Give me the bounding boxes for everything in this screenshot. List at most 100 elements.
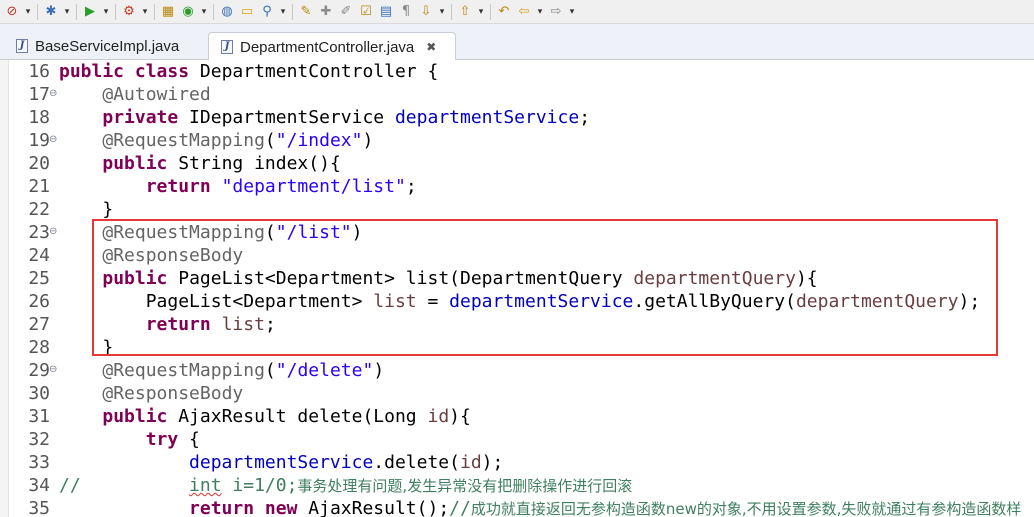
code-line[interactable]: @ResponseBody <box>59 244 243 267</box>
code-editor[interactable]: 16 17 ⊖ 18 19 ⊖ 20 21 22 23 ⊖ 24 25 26 27 28 29 ⊖ 30 31 32 33… <box>0 60 1034 517</box>
run-icon[interactable]: ▶ <box>81 3 99 21</box>
fold-toggle-icon[interactable]: ⊖ <box>49 359 59 382</box>
code-line[interactable]: // int i=1/0;事务处理有问题,发生异常没有把删除操作进行回滚 <box>59 474 632 497</box>
code-line[interactable]: return "department/list"; <box>59 175 417 198</box>
task-icon[interactable]: ☑ <box>357 3 375 21</box>
code-token: "/index" <box>275 130 363 151</box>
dropdown-arrow-icon[interactable]: ▾ <box>23 3 33 21</box>
code-token: class <box>134 61 190 82</box>
code-line[interactable]: } <box>59 336 113 359</box>
line-number: 27 <box>28 314 50 335</box>
skip-breakpoints-icon[interactable]: ⊘ <box>3 3 21 21</box>
back-icon[interactable]: ⇦ <box>515 3 533 21</box>
toolbar-separator <box>490 3 491 20</box>
code-token: int i=1/0; <box>189 475 297 496</box>
line-number: 20 <box>28 153 50 174</box>
code-line[interactable]: try { <box>59 428 200 451</box>
brush-icon[interactable]: ✐ <box>337 3 355 21</box>
code-token: list <box>221 314 265 335</box>
fold-toggle-icon[interactable]: ⊖ <box>49 129 59 152</box>
line-number-gutter: 16 17 ⊖ 18 19 ⊖ 20 21 22 23 ⊖ 24 25 26 27 28 29 ⊖ 30 31 32 33… <box>8 60 58 517</box>
main-toolbar: ⊘ ▾ ✱ ▾ ▶ ▾ ⚙ ▾ ▦ ◉ ▾ ◍ ▭ ⚲ ▾ ✎ ✚ ✐ ☑ ▤ ¶ ⇩ ▾ ⇧ ▾ ↶ ⇦ ▾ ⇨ ▾ <box>0 0 1034 24</box>
dropdown-arrow-icon[interactable]: ▾ <box>535 3 545 21</box>
line-number: 31 <box>28 406 50 427</box>
code-line[interactable]: @RequestMapping("/index") <box>59 129 373 152</box>
prev-annotation-icon[interactable]: ⇧ <box>456 3 474 21</box>
line-number: 23 <box>28 222 50 243</box>
new-class-icon[interactable]: ◉ <box>179 3 197 21</box>
tab-label: BaseServiceImpl.java <box>35 37 180 55</box>
dropdown-arrow-icon[interactable]: ▾ <box>62 3 72 21</box>
code-line[interactable]: @RequestMapping("/delete") <box>59 359 384 382</box>
dropdown-arrow-icon[interactable]: ▾ <box>140 3 150 21</box>
forward-icon[interactable]: ⇨ <box>547 3 565 21</box>
code-token: @ResponseBody <box>102 245 244 266</box>
line-number: 18 <box>28 107 50 128</box>
code-line[interactable]: return list; <box>59 313 276 336</box>
code-token: public <box>102 153 168 174</box>
code-line[interactable]: PageList<Department> list = departmentSe… <box>59 290 981 313</box>
code-token: AjaxResult(); <box>297 498 450 517</box>
tab-base-service-impl[interactable]: J BaseServiceImpl.java <box>4 32 204 60</box>
code-token: new <box>264 498 298 517</box>
code-line[interactable]: } <box>59 198 113 221</box>
dropdown-arrow-icon[interactable]: ▾ <box>199 3 209 21</box>
code-line[interactable]: public class DepartmentController { <box>59 60 438 83</box>
new-package-icon[interactable]: ▦ <box>159 3 177 21</box>
dropdown-arrow-icon[interactable]: ▾ <box>437 3 447 21</box>
code-token: departmentQuery <box>795 291 959 312</box>
code-line[interactable]: public PageList<Department> list(Departm… <box>59 267 817 290</box>
dropdown-arrow-icon[interactable]: ▾ <box>476 3 486 21</box>
code-token: // <box>449 498 471 517</box>
tab-department-controller[interactable]: J DepartmentController.java ✖ <box>208 32 456 61</box>
document-icon[interactable]: ▤ <box>377 3 395 21</box>
open-folder-icon[interactable]: ▭ <box>238 3 256 21</box>
code-token: DepartmentController { <box>189 61 439 82</box>
last-edit-icon[interactable]: ↶ <box>495 3 513 21</box>
code-token: return <box>189 498 255 517</box>
code-token: return <box>145 176 211 197</box>
code-token: departmentService <box>189 452 374 473</box>
code-token: .delete( <box>373 452 460 473</box>
code-line[interactable]: return new AjaxResult();//成功就直接返回无参构造函数n… <box>59 497 1021 517</box>
paragraph-icon[interactable]: ¶ <box>397 3 415 21</box>
open-type-icon[interactable]: ◍ <box>218 3 236 21</box>
code-token: list <box>373 291 417 312</box>
code-token: ) <box>362 130 374 151</box>
pin-icon[interactable]: ✚ <box>317 3 335 21</box>
code-token: 事务处理有问题,发生异常没有把删除操作进行回滚 <box>297 477 633 495</box>
code-line[interactable]: departmentService.delete(id); <box>59 451 503 474</box>
code-line[interactable]: public AjaxResult delete(Long id){ <box>59 405 471 428</box>
code-token: "department/list" <box>221 176 406 197</box>
code-token: 成功就直接返回无参构造函数new的对象,不用设置参数,失败就通过有参构造函数样 <box>470 500 1022 517</box>
toggle-mark-icon[interactable]: ✎ <box>297 3 315 21</box>
code-line[interactable]: @ResponseBody <box>59 382 243 405</box>
error-squiggle: int <box>189 475 222 496</box>
code-line[interactable]: @Autowired <box>59 83 210 106</box>
line-number: 21 <box>28 176 50 197</box>
external-tools-icon[interactable]: ⚙ <box>120 3 138 21</box>
line-number: 22 <box>28 199 50 220</box>
search-icon[interactable]: ⚲ <box>258 3 276 21</box>
code-line[interactable]: public String index(){ <box>59 152 340 175</box>
fold-toggle-icon[interactable]: ⊖ <box>49 83 59 106</box>
code-token: id <box>459 452 482 473</box>
fold-toggle-icon[interactable]: ⊖ <box>49 221 59 244</box>
code-line[interactable]: @RequestMapping("/list") <box>59 221 362 244</box>
debug-icon[interactable]: ✱ <box>42 3 60 21</box>
code-line[interactable]: private IDepartmentService departmentSer… <box>59 106 590 129</box>
next-annotation-icon[interactable]: ⇩ <box>417 3 435 21</box>
dropdown-arrow-icon[interactable]: ▾ <box>278 3 288 21</box>
code-token: public <box>102 406 168 427</box>
dropdown-arrow-icon[interactable]: ▾ <box>101 3 111 21</box>
dropdown-arrow-icon[interactable]: ▾ <box>567 3 577 21</box>
close-tab-icon[interactable]: ✖ <box>426 40 436 54</box>
